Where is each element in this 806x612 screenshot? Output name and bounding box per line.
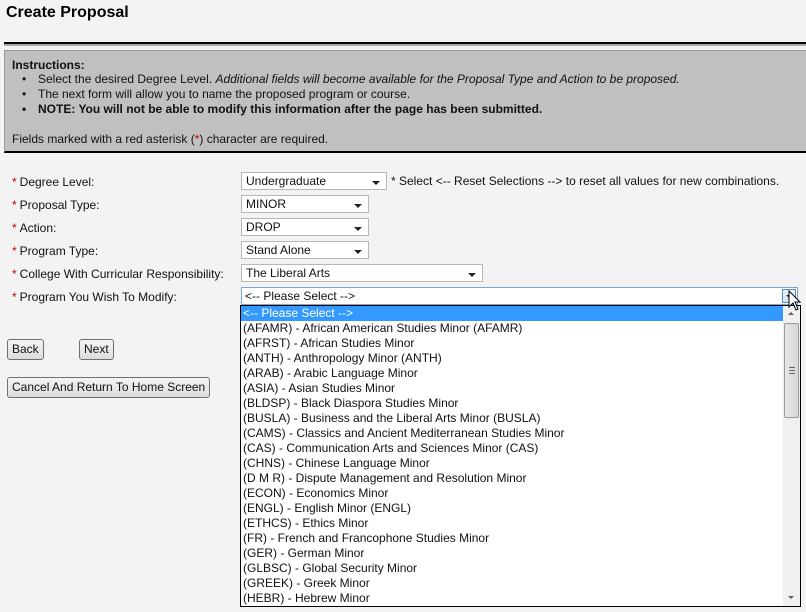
label-text: Degree Level: — [19, 175, 95, 189]
dropdown-option[interactable]: (ETHCS) - Ethics Minor — [241, 516, 783, 531]
chevron-down-icon — [354, 204, 362, 208]
select-value: The Liberal Arts — [246, 266, 331, 280]
select-value: Undergraduate — [246, 174, 327, 188]
required-asterisk: * — [12, 267, 17, 281]
label-text: College With Curricular Responsibility: — [19, 267, 224, 281]
dropdown-option[interactable]: (ENGL) - English Minor (ENGL) — [241, 501, 783, 516]
dropdown-option[interactable]: (ARAB) - Arabic Language Minor — [241, 366, 783, 381]
action-label: * Action: — [12, 221, 56, 235]
degree-level-label: * Degree Level: — [12, 175, 94, 189]
required-asterisk: * — [12, 290, 17, 304]
instructions-panel: Instructions: Select the desired Degree … — [4, 50, 806, 153]
label-text: Program Type: — [19, 244, 99, 258]
dropdown-option-selected[interactable]: <-- Please Select --> — [241, 306, 783, 321]
scroll-down-button[interactable] — [783, 589, 800, 606]
dropdown-option[interactable]: (ECON) - Economics Minor — [241, 486, 783, 501]
dropdown-option[interactable]: (GER) - German Minor — [241, 546, 783, 561]
required-asterisk: * — [12, 221, 17, 235]
arrow-down-icon — [788, 596, 794, 599]
required-fields-note: Fields marked with a red asterisk (*) ch… — [12, 132, 328, 146]
title-divider-shadow — [4, 44, 806, 46]
arrow-up-icon — [788, 312, 794, 315]
dropdown-option[interactable]: (CAMS) - Classics and Ancient Mediterran… — [241, 426, 783, 441]
chevron-down-icon — [372, 181, 380, 185]
dropdown-option[interactable]: (CHNS) - Chinese Language Minor — [241, 456, 783, 471]
required-note-suffix: ) character are required. — [199, 132, 329, 146]
label-text: Program You Wish To Modify: — [19, 290, 177, 304]
action-select[interactable]: DROP — [241, 218, 369, 236]
chevron-down-icon — [468, 273, 476, 277]
program-dropdown-list[interactable]: <-- Please Select --> (AFAMR) - African A… — [240, 305, 801, 607]
dropdown-option[interactable]: (AFRST) - African Studies Minor — [241, 336, 783, 351]
scrollbar-thumb[interactable] — [784, 323, 799, 418]
instruction-item: Select the desired Degree Level. Additio… — [22, 72, 799, 87]
grip-line — [789, 373, 795, 374]
degree-level-select[interactable]: Undergraduate — [241, 172, 387, 190]
dropdown-option[interactable]: (D M R) - Dispute Management and Resolut… — [241, 471, 783, 486]
next-button[interactable]: Next — [79, 339, 114, 360]
required-asterisk: * — [12, 244, 17, 258]
proposal-type-select[interactable]: MINOR — [241, 195, 369, 213]
chevron-down-icon — [354, 250, 362, 254]
select-value: DROP — [246, 220, 281, 234]
instructions-heading: Instructions: — [12, 58, 85, 72]
grip-line — [789, 367, 795, 368]
required-note-prefix: Fields marked with a red asterisk ( — [12, 132, 195, 146]
select-value: MINOR — [246, 197, 286, 211]
instruction-italic-text: Additional fields will become available … — [215, 72, 680, 86]
back-button[interactable]: Back — [7, 339, 44, 360]
select-value: Stand Alone — [246, 243, 311, 257]
instruction-text: NOTE: You will not be able to modify thi… — [38, 102, 543, 116]
label-text: Proposal Type: — [19, 198, 100, 212]
instruction-text: Select the desired Degree Level. — [38, 72, 216, 86]
dropdown-option[interactable]: (GREEK) - Greek Minor — [241, 576, 783, 591]
required-asterisk: * — [12, 175, 17, 189]
instruction-text: The next form will allow you to name the… — [38, 87, 411, 101]
program-type-select[interactable]: Stand Alone — [241, 241, 369, 259]
instruction-item: The next form will allow you to name the… — [22, 87, 799, 102]
chevron-down-icon — [354, 227, 362, 231]
college-label: * College With Curricular Responsibility: — [12, 267, 224, 281]
cancel-return-home-button[interactable]: Cancel And Return To Home Screen — [7, 377, 211, 398]
dropdown-scrollbar[interactable] — [783, 306, 800, 606]
program-type-label: * Program Type: — [12, 244, 98, 258]
dropdown-option[interactable]: (AFAMR) - African American Studies Minor… — [241, 321, 783, 336]
instructions-list: Select the desired Degree Level. Additio… — [12, 72, 799, 117]
page-title: Create Proposal — [6, 4, 129, 21]
dropdown-option[interactable]: (HEBR) - Hebrew Minor — [241, 591, 783, 606]
label-text: Action: — [19, 221, 57, 235]
dropdown-options: <-- Please Select --> (AFAMR) - African A… — [241, 306, 783, 606]
required-asterisk: * — [12, 198, 17, 212]
program-to-modify-select[interactable]: <-- Please Select --> — [241, 287, 798, 305]
dropdown-option[interactable]: (BLDSP) - Black Diaspora Studies Minor — [241, 396, 783, 411]
proposal-type-label: * Proposal Type: — [12, 198, 100, 212]
college-select[interactable]: The Liberal Arts — [241, 264, 483, 282]
grip-line — [789, 370, 795, 371]
instruction-note: NOTE: You will not be able to modify thi… — [22, 102, 799, 117]
program-to-modify-label: * Program You Wish To Modify: — [12, 290, 177, 304]
dropdown-option[interactable]: (CAS) - Communication Arts and Sciences … — [241, 441, 783, 456]
dropdown-option[interactable]: (GLBSC) - Global Security Minor — [241, 561, 783, 576]
degree-level-hint: * Select <-- Reset Selections --> to res… — [391, 174, 780, 188]
dropdown-option[interactable]: (BUSLA) - Business and the Liberal Arts … — [241, 411, 783, 426]
mouse-pointer-icon — [788, 290, 802, 311]
dropdown-option[interactable]: (ASIA) - Asian Studies Minor — [241, 381, 783, 396]
dropdown-option[interactable]: (ANTH) - Anthropology Minor (ANTH) — [241, 351, 783, 366]
select-value: <-- Please Select --> — [245, 289, 356, 303]
dropdown-option[interactable]: (FR) - French and Francophone Studies Mi… — [241, 531, 783, 546]
